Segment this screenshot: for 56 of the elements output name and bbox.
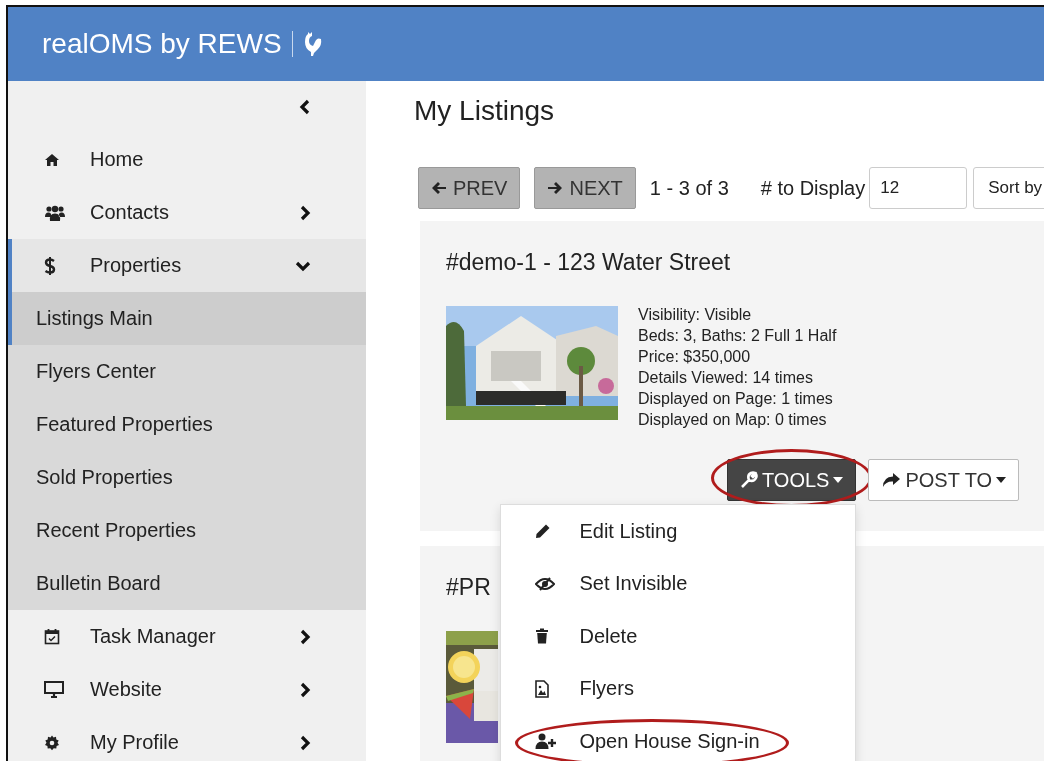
arrow-left-icon <box>431 181 447 195</box>
post-to-button[interactable]: POST TO <box>868 459 1020 501</box>
eye-slash-icon <box>535 576 556 591</box>
page-title: My Listings <box>414 95 556 127</box>
submenu-item[interactable]: Flyers Center <box>8 345 366 398</box>
page-range: 1 - 3 of 3 <box>649 176 729 200</box>
chevron-right-icon[interactable] <box>299 628 311 645</box>
dollar-icon <box>44 255 56 276</box>
sidebar-item[interactable]: Website <box>8 663 366 716</box>
listing-detail: Details Viewed: 14 times <box>638 369 814 387</box>
submenu-item[interactable]: Recent Properties <box>8 504 366 557</box>
chevron-right-icon[interactable] <box>299 204 311 221</box>
sidebar-item[interactable]: Home <box>8 133 366 186</box>
chevron-right-icon[interactable] <box>299 681 311 698</box>
display-count-label: # to Display <box>760 176 866 200</box>
listing-detail: Price: $350,000 <box>638 348 752 366</box>
sort-dropdown[interactable]: Sort by <box>973 167 1044 209</box>
listing-detail: Beds: 3, Baths: 2 Full 1 Half <box>638 327 837 345</box>
sidebar-item[interactable]: Task Manager <box>8 610 366 663</box>
prev-button[interactable]: PREV <box>418 167 521 209</box>
caret-icon <box>996 477 1007 483</box>
next-button[interactable]: NEXT <box>534 167 636 209</box>
display-count-field[interactable]: 12 <box>869 167 968 209</box>
menu-item[interactable]: Open House Sign-in <box>579 729 760 753</box>
caret-icon <box>833 477 844 483</box>
tools-button[interactable]: TOOLS <box>727 459 857 501</box>
submenu-item[interactable]: Bulletin Board <box>8 557 366 610</box>
sidebar-item[interactable]: Properties <box>8 239 366 292</box>
pencil-icon <box>535 523 552 540</box>
listing-title[interactable]: #demo-1 - 123 Water Street <box>446 249 1044 276</box>
submenu-item[interactable]: Sold Properties <box>8 451 366 504</box>
sidebar-item[interactable]: My Profile <box>8 716 366 761</box>
menu-item[interactable]: Set Invisible <box>579 572 688 596</box>
menu-item[interactable]: Edit Listing <box>579 519 678 543</box>
submenu-item[interactable]: Featured Properties <box>8 398 366 451</box>
image-file-icon <box>535 679 550 698</box>
collapse-chevron-icon[interactable] <box>299 99 311 115</box>
chevron-right-icon[interactable] <box>299 734 311 751</box>
arrow-right-icon <box>547 181 564 195</box>
listing-detail: Displayed on Map: 0 times <box>638 411 828 429</box>
home-icon <box>44 152 60 167</box>
chevron-down-icon[interactable] <box>295 259 311 272</box>
monitor-icon <box>44 681 64 698</box>
sidebar-item[interactable]: Contacts <box>8 186 366 239</box>
trash-icon <box>535 628 550 645</box>
listing-detail: Displayed on Page: 1 times <box>638 390 834 408</box>
app-logo[interactable]: realOMS by REWS <box>42 28 282 60</box>
calendar-icon <box>44 628 60 645</box>
menu-item[interactable]: Delete <box>579 624 638 648</box>
share-arrow-icon <box>881 472 902 488</box>
listing-detail: Visibility: Visible <box>638 306 753 324</box>
submenu-item[interactable]: Listings Main <box>8 292 366 345</box>
gear-icon <box>44 734 60 751</box>
user-plus-icon <box>535 733 558 750</box>
users-icon <box>44 204 66 221</box>
menu-item[interactable]: Flyers <box>579 677 634 701</box>
